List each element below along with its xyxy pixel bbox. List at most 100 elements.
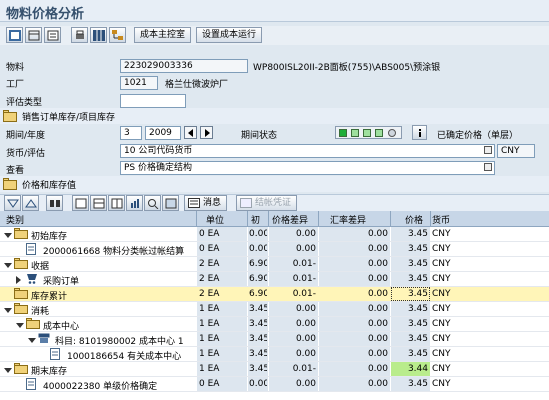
collapse-node-icon[interactable] bbox=[4, 261, 12, 271]
cell-category[interactable]: 成本中心 bbox=[43, 319, 195, 332]
collapse-node-icon[interactable] bbox=[4, 366, 12, 376]
collapse-node-icon[interactable] bbox=[16, 321, 24, 331]
collapse-node-icon[interactable] bbox=[28, 336, 36, 346]
table-icon[interactable] bbox=[90, 27, 107, 43]
col-fx-diff[interactable]: 汇率差异 bbox=[330, 213, 366, 226]
price-stock-label: 价格和库存值 bbox=[22, 181, 77, 191]
cell-price-diff: 0.00 bbox=[295, 334, 316, 344]
columns-icon[interactable] bbox=[108, 195, 125, 211]
collapse-node-icon[interactable] bbox=[4, 306, 12, 316]
expand-icon[interactable] bbox=[22, 195, 39, 211]
cost-run-button[interactable]: 设置成本运行 bbox=[196, 27, 263, 43]
col-price-diff[interactable]: 价格差异 bbox=[272, 213, 308, 226]
list-icon[interactable] bbox=[44, 27, 61, 43]
table-row[interactable]: 库存累计 2 EA 6.90 0.01- 0.00 3.45 CNY bbox=[0, 287, 549, 302]
expand-node-icon[interactable] bbox=[16, 276, 21, 287]
export-icon[interactable] bbox=[162, 195, 179, 211]
material-field[interactable]: 223029003336 bbox=[120, 59, 248, 73]
account-icon bbox=[38, 333, 50, 347]
table-row[interactable]: 1000186654 有关成本中心 1 EA 3.45 0.00 0.00 3.45 CNY bbox=[0, 347, 549, 362]
find-icon[interactable] bbox=[46, 195, 63, 211]
collapse-icon[interactable] bbox=[4, 195, 21, 211]
folder-open-icon bbox=[14, 303, 28, 317]
period-status-indicator bbox=[335, 126, 402, 139]
col-price[interactable]: 价格 bbox=[405, 213, 423, 226]
cell-price: 3.45 bbox=[407, 229, 428, 239]
cell-initial: 3.45 bbox=[249, 349, 267, 359]
display-icon[interactable] bbox=[25, 27, 42, 43]
sales-order-stock-row[interactable]: 销售订单库存/项目库存 bbox=[0, 108, 549, 124]
table-row[interactable]: 采购订单 2 EA 6.90 0.01- 0.00 3.45 CNY bbox=[0, 272, 549, 287]
settle-doc-button[interactable]: 结帐凭证 bbox=[236, 195, 298, 211]
table-row[interactable]: 4000022380 单级价格确定 0 EA 0.00 0.00 0.00 3.45 CNY bbox=[0, 377, 549, 392]
dropdown-icon[interactable] bbox=[484, 146, 492, 154]
cell-category[interactable]: 2000061668 物料分类帐过帐结算 bbox=[43, 244, 195, 257]
table-row[interactable]: 成本中心 1 EA 3.45 0.00 0.00 3.45 CNY bbox=[0, 317, 549, 332]
cost-console-button[interactable]: 成本主控室 bbox=[134, 27, 192, 43]
col-category[interactable]: 类别 bbox=[6, 213, 24, 226]
col-initial[interactable]: 初 bbox=[251, 213, 260, 226]
cell-unit: 2 EA bbox=[199, 274, 220, 284]
next-period-button[interactable] bbox=[200, 126, 213, 139]
currency-field[interactable]: 10 公司代码货币 bbox=[120, 144, 495, 158]
print-icon[interactable] bbox=[71, 27, 88, 43]
cell-price-diff: 0.01- bbox=[292, 274, 316, 284]
overview-icon[interactable] bbox=[6, 27, 23, 43]
cell-price-diff: 0.00 bbox=[295, 319, 316, 329]
cell-fx-diff: 0.00 bbox=[367, 379, 388, 389]
page-title: 物料价格分析 bbox=[6, 7, 85, 22]
period-year-label: 期间/年度 bbox=[6, 131, 46, 141]
cell-category[interactable]: 科目: 8101980002 成本中心 1 bbox=[55, 334, 195, 347]
cell-unit: 1 EA bbox=[199, 319, 220, 329]
cell-category[interactable]: 采购订单 bbox=[43, 274, 195, 287]
collapse-node-icon[interactable] bbox=[4, 231, 12, 241]
cell-currency: CNY bbox=[432, 229, 451, 239]
hierarchy-icon[interactable] bbox=[109, 27, 126, 43]
plant-field[interactable]: 1021 bbox=[120, 76, 158, 90]
col-currency[interactable]: 货币 bbox=[432, 213, 450, 226]
cell-price-diff: 0.00 bbox=[295, 229, 316, 239]
view-field[interactable]: PS 价格确定结构 bbox=[120, 161, 495, 175]
status-light-icon bbox=[375, 129, 383, 137]
cell-currency: CNY bbox=[432, 304, 451, 314]
table-row[interactable]: 科目: 8101980002 成本中心 1 1 EA 3.45 0.00 0.00 3.4… bbox=[0, 332, 549, 347]
col-unit[interactable]: 单位 bbox=[206, 213, 224, 226]
table-row[interactable]: 消耗 1 EA 3.45 0.00 0.00 3.45 CNY bbox=[0, 302, 549, 317]
table-row[interactable]: 收据 2 EA 6.90 0.01- 0.00 3.45 CNY bbox=[0, 257, 549, 272]
dropdown-icon[interactable] bbox=[484, 163, 492, 171]
cell-category[interactable]: 初始库存 bbox=[31, 229, 195, 242]
cell-price-diff: 0.00 bbox=[295, 379, 316, 389]
cell-unit: 1 EA bbox=[199, 334, 220, 344]
cell-price: 3.45 bbox=[407, 304, 428, 314]
details-icon[interactable] bbox=[72, 195, 89, 211]
cell-category[interactable]: 收据 bbox=[31, 259, 195, 272]
plant-label: 工厂 bbox=[6, 80, 25, 90]
table-row[interactable]: 2000061668 物料分类帐过帐结算 0 EA 0.00 0.00 0.00 3.45… bbox=[0, 242, 549, 257]
period-field[interactable]: 3 bbox=[120, 126, 142, 140]
graphic-icon[interactable] bbox=[126, 195, 143, 211]
cell-category[interactable]: 1000186654 有关成本中心 bbox=[67, 349, 195, 362]
year-field[interactable]: 2009 bbox=[145, 126, 181, 140]
cell-category[interactable]: 消耗 bbox=[31, 304, 195, 317]
valuation-type-field[interactable] bbox=[120, 94, 186, 108]
messages-button[interactable]: 消息 bbox=[184, 195, 228, 211]
layout-icon[interactable] bbox=[90, 195, 107, 211]
cell-price: 3.45 bbox=[407, 334, 428, 344]
document-icon bbox=[50, 348, 60, 363]
cell-category[interactable]: 期末库存 bbox=[31, 364, 195, 377]
info-icon[interactable] bbox=[412, 125, 427, 140]
material-description: WP800ISL20II-2B面板(755)\ABS005\预涂银 bbox=[253, 63, 441, 73]
cell-category[interactable]: 4000022380 单级价格确定 bbox=[43, 379, 195, 392]
cell-price: 3.45 bbox=[407, 319, 428, 329]
view-label: 查看 bbox=[6, 166, 25, 176]
table-row[interactable]: 期末库存 1 EA 3.45 0.01- 0.00 3.44 CNY bbox=[0, 362, 549, 377]
previous-period-button[interactable] bbox=[184, 126, 197, 139]
cell-price: 3.45 bbox=[407, 259, 428, 269]
cell-price-diff: 0.01- bbox=[292, 259, 316, 269]
cell-category[interactable]: 库存累计 bbox=[31, 289, 195, 302]
cell-fx-diff: 0.00 bbox=[367, 349, 388, 359]
table-row[interactable]: 初始库存 0 EA 0.00 0.00 0.00 3.45 CNY bbox=[0, 227, 549, 242]
price-determination-label: 已确定价格（单层） bbox=[437, 131, 519, 141]
zoom-icon[interactable] bbox=[144, 195, 161, 211]
price-stock-section[interactable]: 价格和库存值 bbox=[0, 176, 549, 192]
